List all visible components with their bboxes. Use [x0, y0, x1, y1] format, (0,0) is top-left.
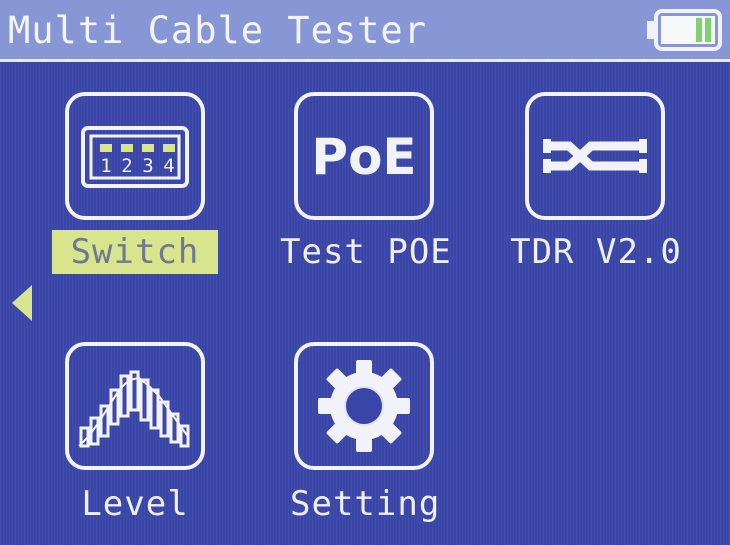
port-number: 3: [142, 155, 153, 177]
test-poe-tile[interactable]: PoE: [294, 92, 434, 220]
poe-icon-text: PoE: [311, 128, 416, 186]
switch-label[interactable]: Switch: [52, 230, 218, 274]
poe-icon: PoE: [311, 128, 416, 186]
left-arrow-icon[interactable]: [10, 283, 34, 323]
port-number: 1: [100, 155, 111, 177]
port-number: 4: [163, 155, 174, 177]
switch-tile[interactable]: 1 2 3 4: [65, 92, 205, 220]
tdr-icon: [543, 139, 647, 173]
battery-icon: [647, 9, 722, 51]
port-number: 2: [121, 155, 132, 177]
main-menu: 1 2 3 4 Switch PoE Test POE TDR V2.0 Lev…: [0, 62, 730, 545]
setting-label[interactable]: Setting: [290, 482, 439, 526]
tdr-label[interactable]: TDR V2.0: [508, 230, 684, 274]
test-poe-label[interactable]: Test POE: [280, 230, 451, 274]
level-bars-icon: [78, 370, 190, 448]
setting-tile[interactable]: [294, 342, 434, 470]
app-title: Multi Cable Tester: [8, 9, 427, 52]
switch-ports-icon: 1 2 3 4: [81, 126, 189, 188]
level-label[interactable]: Level: [70, 482, 200, 526]
title-bar: Multi Cable Tester: [0, 0, 730, 62]
tdr-tile[interactable]: [525, 92, 665, 220]
level-tile[interactable]: [65, 342, 205, 470]
gear-icon: [318, 360, 410, 452]
